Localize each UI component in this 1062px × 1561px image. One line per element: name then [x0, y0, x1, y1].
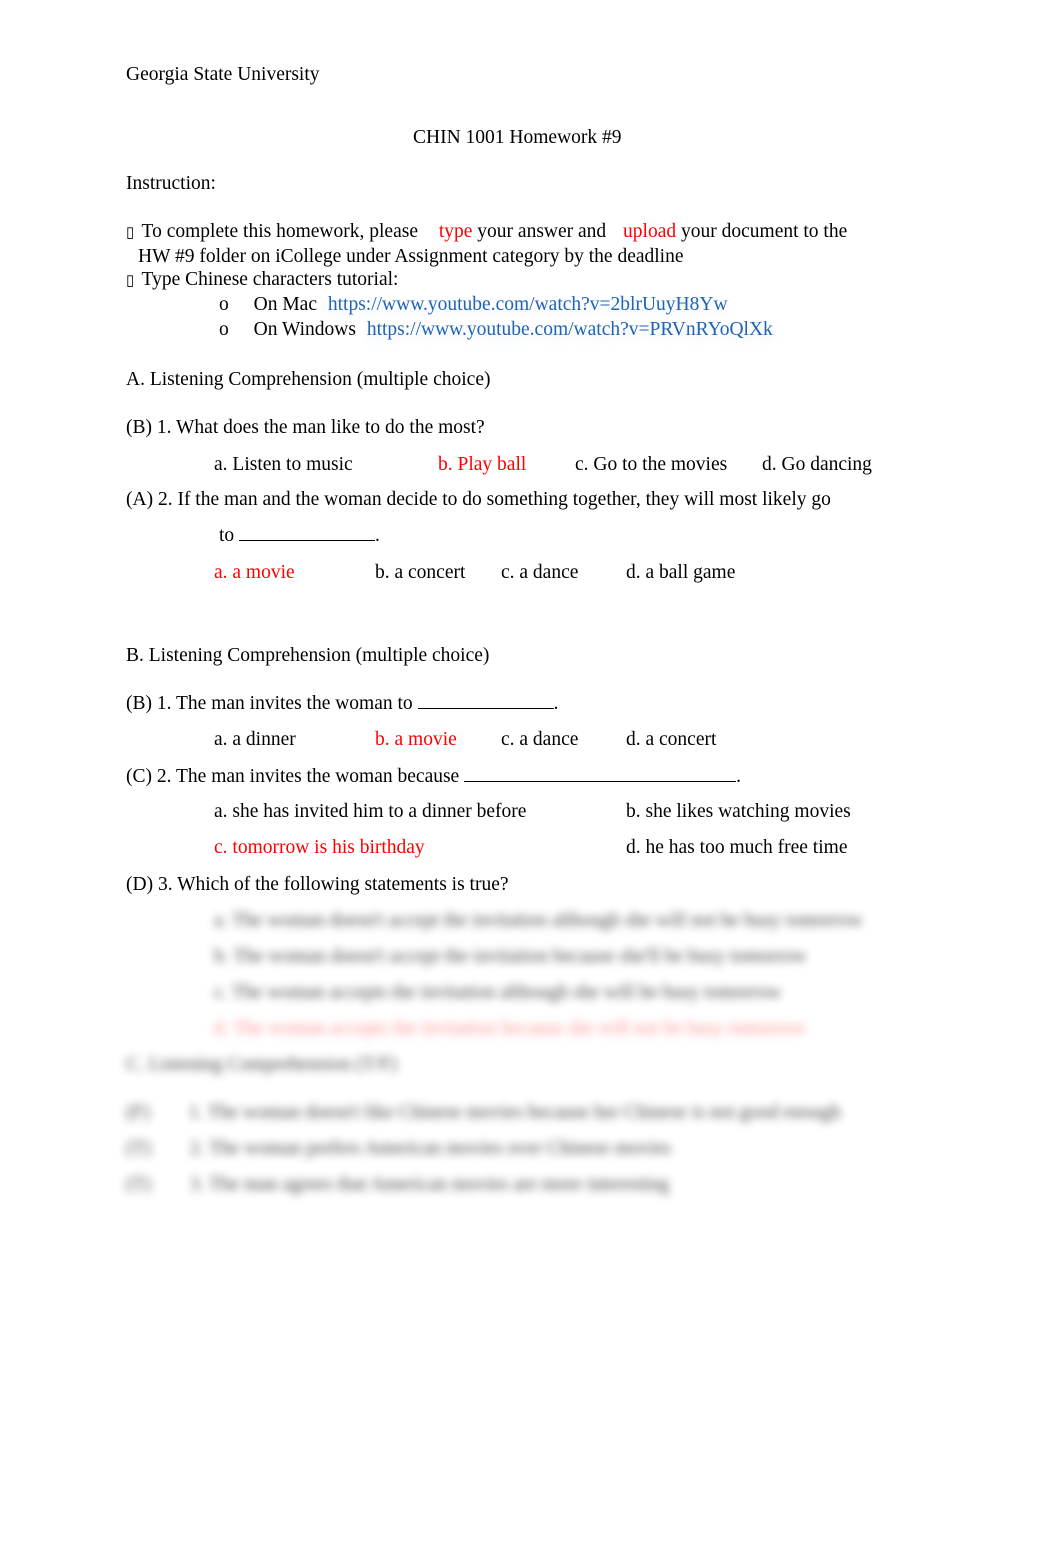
- instruction-text: your answer and: [477, 221, 607, 242]
- highlight-type: type: [438, 221, 473, 242]
- instruction-text: Type Chinese characters tutorial:: [141, 269, 399, 290]
- tf-item: (T) 3. The man agrees that American movi…: [126, 1173, 669, 1196]
- option-a1-b-correct: b. Play ball: [438, 454, 527, 475]
- option-b2-b: b. she likes watching movies: [626, 801, 851, 822]
- tf-text: 2. The woman prefers American movies ove…: [189, 1138, 671, 1159]
- tf-text: 1. The woman doesn't like Chinese movies…: [188, 1102, 841, 1123]
- sub-bullet-icon: o: [219, 294, 229, 315]
- question-b2: (C) 2. The man invites the woman because…: [126, 765, 741, 788]
- option-a2-d: d. a ball game: [626, 562, 736, 583]
- tutorial-label: On Windows: [253, 319, 356, 340]
- option-b3-d-correct: d. The woman accepts the invitation beca…: [214, 1018, 806, 1039]
- tutorial-item-mac: o On Mac https://www.youtube.com/watch?v…: [219, 293, 728, 316]
- option-b3-b: b. The woman doesn't accept the invitati…: [214, 946, 807, 967]
- option-a2-b: b. a concert: [375, 562, 466, 583]
- tutorial-item-windows: o On Windows https://www.youtube.com/wat…: [219, 318, 773, 341]
- bullet-icon: ▯: [126, 273, 135, 289]
- question-a1: (B) 1. What does the man like to do the …: [126, 417, 485, 438]
- answer-blank: [239, 524, 376, 541]
- instruction-line-3: ▯ Type Chinese characters tutorial:: [126, 268, 398, 291]
- tutorial-label: On Mac: [253, 294, 317, 315]
- section-c-heading: C. Listening Comprehension (T/F): [126, 1054, 397, 1075]
- question-a2-continuation: to .: [219, 524, 380, 547]
- option-a2-a-correct: a. a movie: [214, 562, 295, 583]
- instruction-text: your document to the: [681, 221, 848, 242]
- option-b1-b-correct: b. a movie: [375, 729, 457, 750]
- option-b2-a: a. she has invited him to a dinner befor…: [214, 801, 527, 822]
- instruction-label: Instruction:: [126, 173, 216, 194]
- question-b1: (B) 1. The man invites the woman to .: [126, 692, 558, 715]
- answer-blank: [417, 692, 554, 709]
- institution-name: Georgia State University: [126, 64, 320, 85]
- option-b1-d: d. a concert: [626, 729, 717, 750]
- tutorial-link-windows[interactable]: https://www.youtube.com/watch?v=PRVnRYoQ…: [367, 319, 773, 340]
- question-text: (B) 1. The man invites the woman to: [126, 693, 413, 714]
- option-a2-c: c. a dance: [501, 562, 579, 583]
- blank-period: .: [375, 525, 380, 546]
- option-b2-c-correct: c. tomorrow is his birthday: [214, 837, 425, 858]
- question-a2: (A) 2. If the man and the woman decide t…: [126, 489, 831, 510]
- option-b3-a: a. The woman doesn't accept the invitati…: [214, 910, 863, 931]
- bullet-icon: ▯: [126, 225, 135, 241]
- answer-blank: [464, 765, 737, 782]
- document-title: CHIN 1001 Homework #9: [413, 127, 622, 148]
- instruction-line-2: HW #9 folder on iCollege under Assignmen…: [138, 246, 684, 267]
- option-a1-d: d. Go dancing: [762, 454, 872, 475]
- question-text: (C) 2. The man invites the woman because: [126, 766, 460, 787]
- option-b2-d: d. he has too much free time: [626, 837, 848, 858]
- highlight-upload: upload: [623, 221, 677, 242]
- tf-item: (T) 2. The woman prefers American movies…: [126, 1137, 671, 1160]
- tutorial-link-mac[interactable]: https://www.youtube.com/watch?v=2blrUuyH…: [328, 294, 728, 315]
- instruction-text: To complete this homework, please: [141, 221, 418, 242]
- option-b1-c: c. a dance: [501, 729, 579, 750]
- option-b1-a: a. a dinner: [214, 729, 296, 750]
- blank-period: .: [553, 693, 559, 714]
- blank-period: .: [736, 766, 741, 787]
- instruction-line-1: ▯ To complete this homework, please type…: [126, 220, 847, 243]
- option-a1-c: c. Go to the movies: [575, 454, 728, 475]
- option-b3-c: c. The woman accepts the invitation alth…: [214, 982, 782, 1003]
- tf-answer: (F): [126, 1102, 150, 1123]
- question-b3: (D) 3. Which of the following statements…: [126, 874, 509, 895]
- tf-item: (F) 1. The woman doesn't like Chinese mo…: [126, 1101, 841, 1124]
- continuation-text: to: [219, 525, 235, 546]
- option-a1-a: a. Listen to music: [214, 454, 353, 475]
- section-a-heading: A. Listening Comprehension (multiple cho…: [126, 369, 491, 390]
- tf-answer: (T): [126, 1138, 151, 1159]
- section-b-heading: B. Listening Comprehension (multiple cho…: [126, 645, 490, 666]
- tf-text: 3. The man agrees that American movies a…: [189, 1174, 670, 1195]
- tf-answer: (T): [126, 1174, 151, 1195]
- sub-bullet-icon: o: [219, 319, 229, 340]
